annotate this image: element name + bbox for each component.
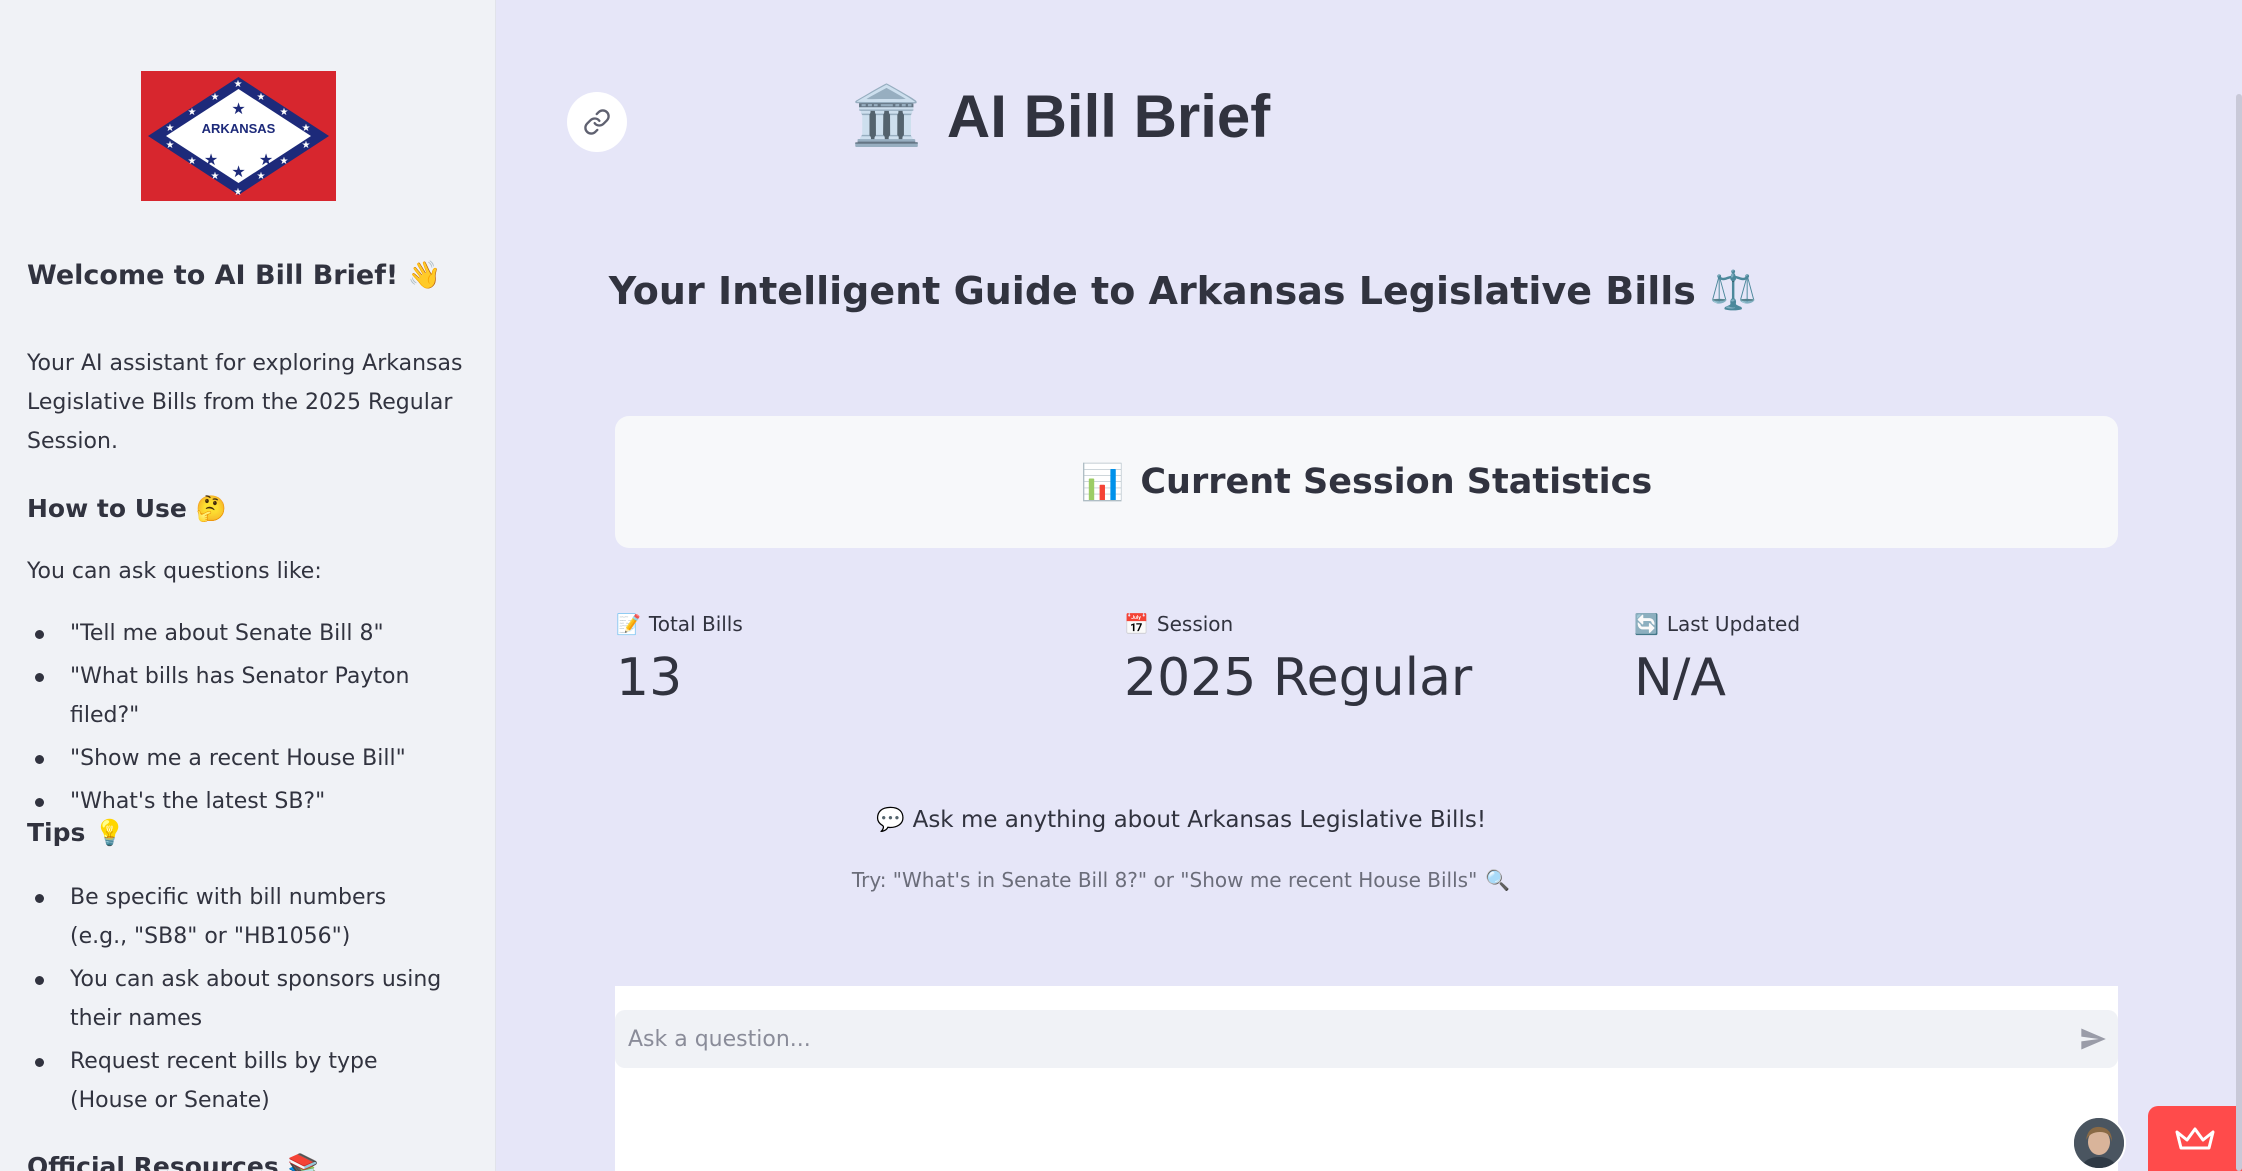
svg-text:★: ★ (257, 171, 266, 182)
svg-text:★: ★ (231, 162, 245, 181)
how-to-heading: How to Use 🤔 (27, 494, 227, 523)
list-item: Request recent bills by type (House or S… (27, 1042, 447, 1120)
svg-text:★: ★ (204, 150, 218, 169)
try-hint: Try: "What's in Senate Bill 8?" or "Show… (851, 868, 1511, 892)
svg-text:★: ★ (259, 150, 273, 169)
svg-text:★: ★ (188, 156, 197, 167)
list-item: "What bills has Senator Payton filed?" (27, 657, 467, 735)
chat-input-bar (615, 1010, 2118, 1068)
send-icon (2081, 1028, 2106, 1050)
user-avatar-icon (2074, 1118, 2124, 1168)
scrollbar[interactable] (2236, 94, 2242, 1171)
session-statistics-card: 📊 Current Session Statistics (615, 416, 2118, 548)
avatar[interactable] (2072, 1116, 2126, 1170)
svg-text:★: ★ (211, 171, 220, 182)
page-title: 🏛️ AI Bill Brief (850, 82, 1271, 150)
tips-list: Be specific with bill numbers (e.g., "SB… (27, 878, 447, 1120)
list-item: "Show me a recent House Bill" (27, 739, 467, 778)
metric-value: 13 (616, 648, 683, 708)
sidebar: ★ ★ ★ ★ ★ ★ ★ ★ ★ ★ ★ ★ ★ ★ ★ ★ ★ ★ ARKA… (0, 0, 496, 1171)
calendar-icon: 📅 (1124, 612, 1149, 636)
metric-value: N/A (1634, 648, 1726, 708)
how-to-intro: You can ask questions like: (27, 559, 322, 584)
ask-prompt: 💬 Ask me anything about Arkansas Legisla… (875, 806, 1487, 834)
metric-total-bills: 📝 Total Bills 13 (616, 612, 743, 708)
memo-icon: 📝 (616, 612, 641, 636)
crown-icon (2175, 1127, 2215, 1149)
thinking-face-icon: 🤔 (195, 494, 227, 523)
chat-input[interactable] (615, 1025, 2068, 1053)
bar-chart-icon: 📊 (1080, 462, 1125, 503)
page-subtitle: Your Intelligent Guide to Arkansas Legis… (608, 268, 1758, 313)
send-button[interactable] (2068, 1014, 2118, 1064)
speech-bubble-icon: 💬 (875, 807, 905, 833)
magnifier-icon: 🔍 (1485, 868, 1511, 892)
example-questions-list: "Tell me about Senate Bill 8" "What bill… (27, 614, 467, 821)
metric-session: 📅 Session 2025 Regular (1124, 612, 1473, 708)
metric-value: 2025 Regular (1124, 648, 1473, 708)
classical-building-icon: 🏛️ (850, 83, 923, 148)
intro-text: Your AI assistant for exploring Arkansas… (27, 351, 463, 454)
metric-last-updated: 🔄 Last Updated N/A (1634, 612, 1801, 708)
books-icon: 📚 (287, 1152, 319, 1171)
stats-heading: Current Session Statistics (1140, 462, 1653, 502)
svg-text:★: ★ (280, 156, 289, 167)
list-item: "Tell me about Senate Bill 8" (27, 614, 467, 653)
list-item: You can ask about sponsors using their n… (27, 960, 447, 1038)
resources-heading: Official Resources 📚 (27, 1152, 467, 1171)
balance-scale-icon: ⚖️ (1709, 268, 1758, 312)
refresh-icon: 🔄 (1634, 612, 1659, 636)
svg-text:★: ★ (234, 187, 243, 198)
streamlit-badge[interactable] (2148, 1106, 2242, 1171)
